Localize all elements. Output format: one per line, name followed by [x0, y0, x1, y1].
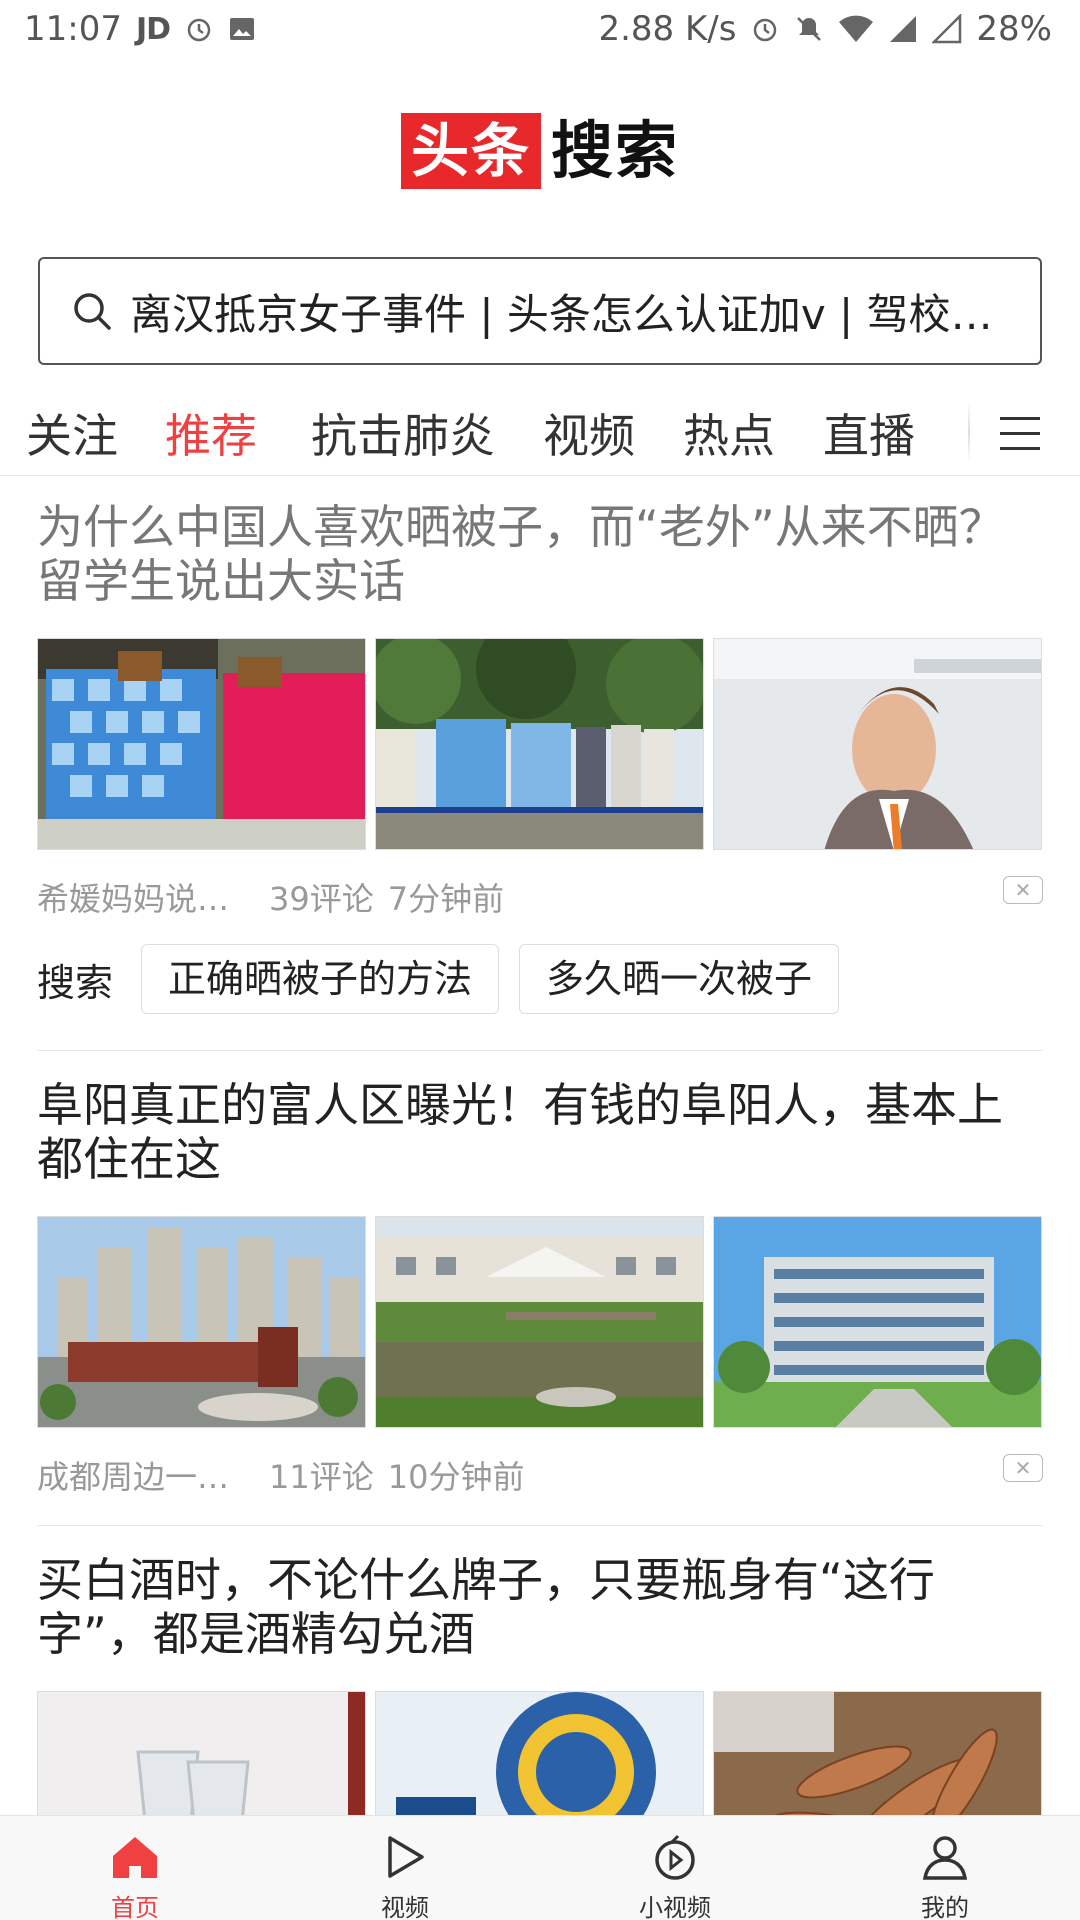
video-icon — [380, 1834, 430, 1884]
signal-icon — [888, 14, 918, 44]
tab-video[interactable]: 视频 — [543, 400, 635, 466]
home-icon — [110, 1834, 160, 1884]
signal-empty-icon — [932, 14, 962, 44]
article-time: 7分钟前 — [387, 880, 505, 918]
article-title[interactable]: 阜阳真正的富人区曝光！有钱的阜阳人，基本上都住在这 — [37, 1078, 1043, 1186]
nav-video-label: 视频 — [381, 1894, 429, 1920]
nav-home[interactable]: 首页 — [0, 1816, 270, 1920]
tab-fight-pneumonia[interactable]: 抗击肺炎 — [311, 400, 495, 466]
article-thumbnails[interactable] — [37, 1216, 1043, 1428]
image-notification-icon — [228, 15, 256, 43]
tabs-fade-divider — [968, 400, 970, 464]
related-search-chip[interactable]: 正确晒被子的方法 — [141, 944, 500, 1014]
feed-divider — [37, 1525, 1043, 1526]
logo-black-part: 搜索 — [551, 114, 680, 187]
related-search: 搜索 正确晒被子的方法 多久晒一次被子 — [37, 944, 1043, 1014]
feed-article[interactable]: 阜阳真正的富人区曝光！有钱的阜阳人，基本上都住在这 成都周边一点通 11评论 1… — [37, 1078, 1043, 1498]
dislike-close-icon[interactable]: ✕ — [1003, 1454, 1043, 1482]
status-time: 11:07 — [24, 9, 122, 49]
status-bar: 11:07 JD 2.88 K/s 28% — [0, 0, 1080, 58]
menu-icon-line — [1000, 416, 1040, 420]
article-source[interactable]: 希媛妈妈说育儿 — [37, 874, 255, 920]
feed-article[interactable]: 为什么中国人喜欢晒被子，而“老外”从来不晒？留学生说出大实话 希媛妈妈说育儿 3… — [37, 500, 1043, 1014]
article-thumbnails[interactable] — [37, 638, 1043, 850]
thumbnail-smiling-man[interactable] — [713, 638, 1042, 850]
wifi-icon — [838, 14, 874, 44]
short-video-icon — [650, 1834, 700, 1884]
thumbnail-quilts-balcony[interactable] — [37, 638, 366, 850]
nav-profile[interactable]: 我的 — [810, 1816, 1080, 1920]
article-comments: 11评论 — [269, 1458, 374, 1496]
article-title[interactable]: 买白酒时，不论什么牌子，只要瓶身有“这行字”，都是酒精勾兑酒 — [37, 1553, 1043, 1661]
thumbnail-apartment-building[interactable] — [713, 1216, 1042, 1428]
logo-red-part: 头条 — [400, 113, 541, 189]
search-bar[interactable]: 离汉抵京女子事件 | 头条怎么认证加v | 驾校学... — [38, 257, 1042, 365]
tab-hot[interactable]: 热点 — [683, 400, 775, 466]
profile-icon — [920, 1834, 970, 1884]
dislike-close-icon[interactable]: ✕ — [1003, 876, 1043, 904]
article-comments: 39评论 — [269, 880, 374, 918]
toutiao-search-logo: 头条 搜索 — [0, 113, 1080, 189]
network-speed: 2.88 K/s — [598, 9, 737, 49]
article-meta: 希媛妈妈说育儿 39评论 7分钟前 ✕ — [37, 874, 1043, 920]
thumbnail-quilts-park[interactable] — [375, 638, 704, 850]
mute-icon — [794, 14, 824, 44]
related-search-label: 搜索 — [37, 960, 114, 1005]
related-search-chip[interactable]: 多久晒一次被子 — [519, 944, 840, 1014]
channel-tabs: 关注 推荐 抗击肺炎 视频 热点 直播 — [0, 394, 1080, 476]
bottom-navigation: 首页 视频 小视频 我的 — [0, 1815, 1080, 1920]
nav-profile-label: 我的 — [921, 1894, 969, 1920]
channel-menu-button[interactable] — [1000, 408, 1050, 458]
tab-recommend[interactable]: 推荐 — [165, 400, 257, 466]
alarm-icon — [184, 14, 214, 44]
nav-home-label: 首页 — [111, 1894, 159, 1920]
battery-level: 28% — [976, 9, 1052, 49]
menu-icon-line — [1000, 446, 1040, 450]
thumbnail-garden-pond[interactable] — [375, 1216, 704, 1428]
search-icon — [70, 289, 114, 333]
article-time: 10分钟前 — [387, 1458, 525, 1496]
search-suggestions: 离汉抵京女子事件 | 头条怎么认证加v | 驾校学... — [130, 289, 1010, 339]
tab-follow[interactable]: 关注 — [26, 400, 118, 466]
feed-divider — [37, 1050, 1043, 1051]
article-source[interactable]: 成都周边一点通 — [37, 1452, 255, 1498]
nav-short-video[interactable]: 小视频 — [540, 1816, 810, 1920]
article-title[interactable]: 为什么中国人喜欢晒被子，而“老外”从来不晒？留学生说出大实话 — [37, 500, 1043, 608]
article-meta: 成都周边一点通 11评论 10分钟前 ✕ — [37, 1452, 1043, 1498]
thumbnail-residential-towers[interactable] — [37, 1216, 366, 1428]
nav-video[interactable]: 视频 — [270, 1816, 540, 1920]
nav-short-video-label: 小视频 — [639, 1894, 711, 1920]
menu-icon-line — [1000, 431, 1040, 435]
alarm-icon — [750, 14, 780, 44]
jd-app-badge: JD — [135, 11, 171, 47]
tab-live[interactable]: 直播 — [823, 400, 915, 466]
